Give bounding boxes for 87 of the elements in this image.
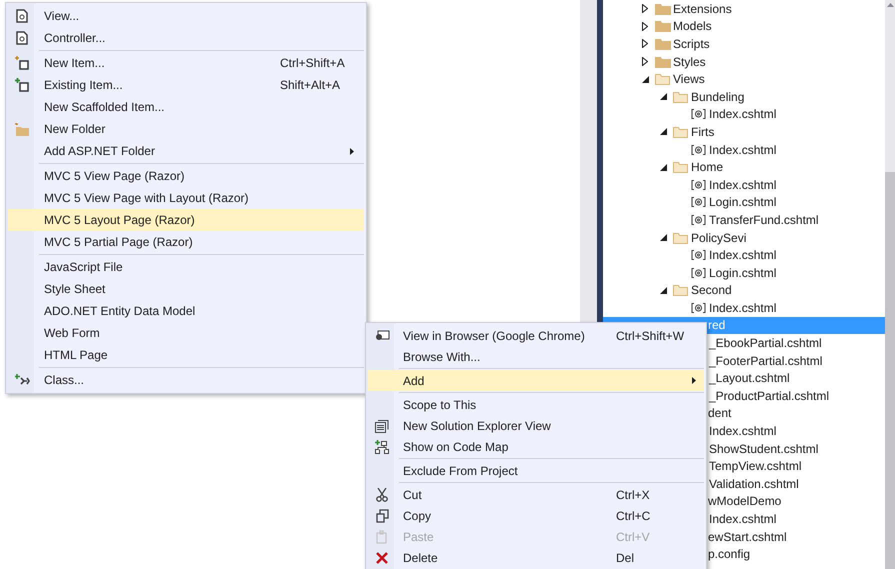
class-icon xyxy=(14,374,30,386)
menu-item[interactable]: MVC 5 Layout Page (Razor) xyxy=(8,209,364,231)
scissors-icon xyxy=(376,488,388,502)
menu-item[interactable]: Browse With... xyxy=(368,346,704,367)
menu-item[interactable]: JavaScript File xyxy=(8,256,364,278)
menu-item[interactable]: Existing Item... Shift+Alt+A xyxy=(8,74,364,96)
razor-file-icon xyxy=(691,109,706,120)
tree-item[interactable]: Login.cshtml xyxy=(603,264,885,282)
folder-icon xyxy=(655,20,671,32)
tree-item[interactable]: Firts xyxy=(603,123,885,141)
scrollbar-thumb[interactable] xyxy=(885,172,895,569)
new-item-icon xyxy=(15,56,29,70)
tree-item[interactable]: Index.cshtml xyxy=(603,176,885,194)
menu-item[interactable]: MVC 5 Partial Page (Razor) xyxy=(8,231,364,253)
tree-item[interactable]: Bundeling xyxy=(603,88,885,106)
browser-icon xyxy=(374,330,390,342)
folder-icon xyxy=(655,56,671,68)
folder-icon xyxy=(655,73,671,86)
delete-icon xyxy=(376,552,388,564)
folder-icon xyxy=(673,90,689,103)
tree-item[interactable]: Models xyxy=(603,18,885,36)
razor-file-icon xyxy=(691,144,706,155)
code-map-icon xyxy=(375,440,389,454)
menu-item[interactable]: Style Sheet xyxy=(8,278,364,300)
razor-file-icon xyxy=(691,197,706,208)
collapsed-arrow-icon[interactable] xyxy=(642,57,648,66)
tree-item[interactable]: Index.cshtml xyxy=(603,140,885,158)
page-icon xyxy=(16,9,28,23)
menu-item[interactable]: New Scaffolded Item... xyxy=(8,96,364,118)
razor-file-icon xyxy=(691,180,706,190)
razor-file-icon xyxy=(691,214,706,225)
tree-item[interactable]: Scripts xyxy=(603,35,885,53)
tree-item[interactable]: Styles xyxy=(603,52,885,70)
tree-item[interactable]: Home xyxy=(603,158,885,176)
menu-item[interactable]: View... xyxy=(8,5,364,27)
folder-icon xyxy=(673,232,689,244)
razor-file-icon xyxy=(691,302,706,313)
clipboard-icon xyxy=(376,530,388,544)
folder-icon xyxy=(673,126,689,138)
menu-item[interactable]: MVC 5 View Page (Razor) xyxy=(8,165,364,187)
razor-file-icon xyxy=(691,268,706,278)
tree-item[interactable]: Index.cshtml xyxy=(603,246,885,264)
menu-item[interactable]: New Folder xyxy=(8,118,364,140)
menu-item[interactable]: MVC 5 View Page with Layout (Razor) xyxy=(8,187,364,209)
tree-item[interactable]: Login.cshtml xyxy=(603,194,885,212)
scroll-up-icon[interactable] xyxy=(886,3,894,7)
tree-item[interactable]: Second xyxy=(603,282,885,300)
menu-item[interactable]: Class... xyxy=(8,369,364,391)
add-item-icon xyxy=(15,78,29,92)
expanded-arrow-icon[interactable] xyxy=(660,234,666,242)
menu-item[interactable]: ADO.NET Entity Data Model xyxy=(8,300,364,322)
menu-item[interactable]: Show on Code Map xyxy=(368,436,704,457)
menu-item[interactable]: Cut Ctrl+X xyxy=(368,484,704,505)
folder-icon xyxy=(655,2,671,15)
page-icon xyxy=(16,31,28,45)
tree-item[interactable]: Extensions xyxy=(603,0,885,18)
razor-file-icon xyxy=(691,250,706,260)
tree-item[interactable]: Index.cshtml xyxy=(603,106,885,124)
folder-icon xyxy=(655,38,671,50)
expanded-arrow-icon[interactable] xyxy=(660,93,666,100)
menu-item[interactable]: Add xyxy=(368,370,704,391)
folder-icon xyxy=(673,161,689,174)
menu-item[interactable]: Web Form xyxy=(8,322,364,344)
menu-item[interactable]: Copy Ctrl+C xyxy=(368,505,704,526)
collapsed-arrow-icon[interactable] xyxy=(642,4,648,14)
expanded-arrow-icon[interactable] xyxy=(660,164,666,171)
tree-item[interactable]: PolicySevi xyxy=(603,228,885,246)
new-folder-icon xyxy=(14,122,30,136)
expanded-arrow-icon[interactable] xyxy=(660,286,666,294)
menu-item[interactable]: Exclude From Project xyxy=(368,460,704,481)
expanded-arrow-icon[interactable] xyxy=(642,76,648,83)
window-list-icon xyxy=(375,418,389,432)
tree-item[interactable]: Index.cshtml xyxy=(603,299,885,317)
menu-item[interactable]: Controller... xyxy=(8,27,364,49)
menu-item[interactable]: New Item... Ctrl+Shift+A xyxy=(8,52,364,74)
menu-item[interactable]: Add ASP.NET Folder xyxy=(8,140,364,162)
menu-item[interactable]: HTML Page xyxy=(8,344,364,366)
collapsed-arrow-icon[interactable] xyxy=(642,39,648,48)
expanded-arrow-icon[interactable] xyxy=(660,128,666,136)
folder-icon xyxy=(673,284,689,296)
tree-item[interactable]: TransferFund.cshtml xyxy=(603,211,885,229)
menu-item[interactable]: Delete Del xyxy=(368,547,704,568)
copy-icon xyxy=(376,508,388,522)
collapsed-arrow-icon[interactable] xyxy=(642,22,648,31)
tree-item[interactable]: Views xyxy=(603,70,885,88)
menu-item[interactable]: Scope to This xyxy=(368,394,704,415)
menu-item[interactable]: New Solution Explorer View xyxy=(368,415,704,436)
